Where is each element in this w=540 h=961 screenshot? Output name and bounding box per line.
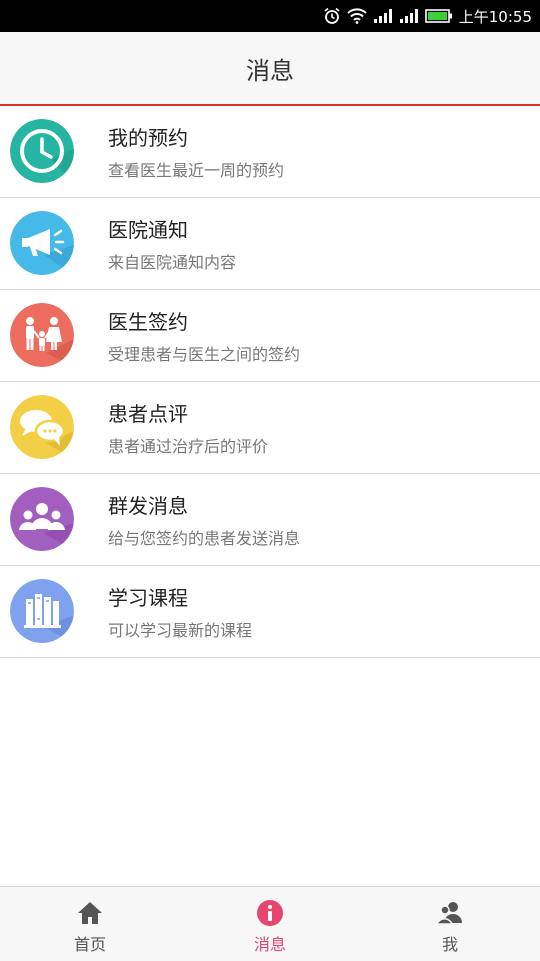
clock-icon: [10, 119, 74, 183]
alarm-icon: [323, 7, 341, 25]
tab-label: 首页: [73, 935, 106, 954]
signal-icon: [373, 8, 393, 24]
list-item-hospital-notice[interactable]: 医院通知 来自医院通知内容: [0, 198, 540, 290]
list-item-group-message[interactable]: 群发消息 给与您签约的患者发送消息: [0, 474, 540, 566]
list-item-appointments[interactable]: 我的预约 查看医生最近一周的预约: [0, 106, 540, 198]
users-icon: [436, 899, 464, 927]
status-bar: 上午10:55: [0, 0, 540, 32]
tab-me[interactable]: 我: [360, 887, 540, 961]
item-subtitle: 查看医生最近一周的预约: [108, 161, 285, 180]
books-icon: [10, 579, 74, 643]
list-item-courses[interactable]: 学习课程 可以学习最新的课程: [0, 566, 540, 658]
item-subtitle: 患者通过治疗后的评价: [108, 437, 269, 456]
page-title: 消息: [246, 56, 294, 85]
item-title: 患者点评: [108, 402, 188, 426]
page-header: 消息: [0, 32, 540, 106]
home-icon: [76, 899, 104, 927]
chat-bubbles-icon: [10, 395, 74, 459]
battery-icon: [424, 8, 453, 24]
bottom-tab-bar: 首页 消息 我: [0, 886, 540, 961]
signal-icon: [399, 8, 419, 24]
item-subtitle: 给与您签约的患者发送消息: [108, 529, 301, 548]
list-item-patient-review[interactable]: 患者点评 患者通过治疗后的评价: [0, 382, 540, 474]
megaphone-icon: [10, 211, 74, 275]
item-title: 群发消息: [108, 494, 188, 518]
item-title: 医院通知: [108, 218, 188, 242]
item-title: 我的预约: [108, 126, 188, 150]
tab-messages[interactable]: 消息: [180, 887, 360, 961]
info-icon: [256, 899, 284, 927]
tab-label: 消息: [253, 935, 286, 954]
item-title: 医生签约: [108, 310, 188, 334]
list-item-doctor-contract[interactable]: 医生签约 受理患者与医生之间的签约: [0, 290, 540, 382]
tab-home[interactable]: 首页: [0, 887, 180, 961]
item-subtitle: 受理患者与医生之间的签约: [108, 345, 301, 364]
item-title: 学习课程: [108, 586, 188, 610]
group-icon: [10, 487, 74, 551]
wifi-icon: [347, 8, 367, 24]
message-list: 我的预约 查看医生最近一周的预约 医院通知 来自医院通知内容 医生签约 受理患者…: [0, 106, 540, 658]
status-time: 上午10:55: [458, 7, 532, 26]
family-icon: [10, 303, 74, 367]
item-subtitle: 可以学习最新的课程: [108, 621, 253, 640]
tab-label: 我: [441, 935, 458, 954]
item-subtitle: 来自医院通知内容: [108, 253, 237, 272]
